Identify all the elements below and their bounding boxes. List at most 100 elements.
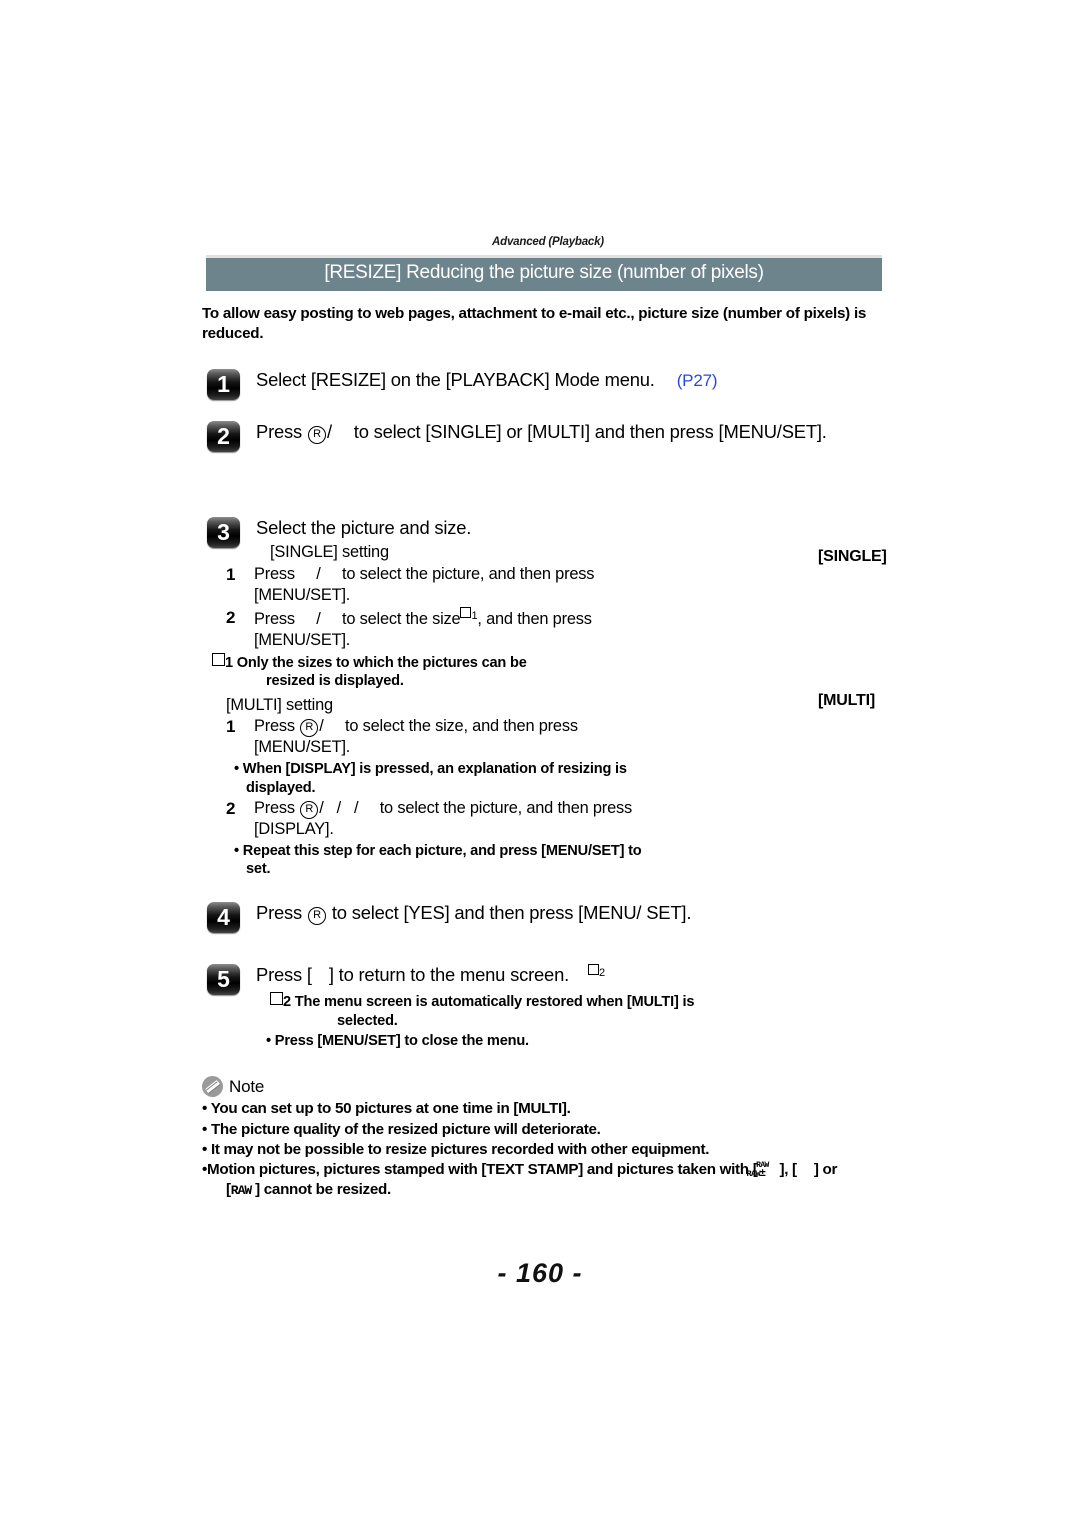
multi-substep-2-number: 2 — [226, 799, 236, 819]
section-title-bar: [RESIZE] Reducing the picture size (numb… — [206, 255, 882, 291]
multi-substep-1-bullet: • When [DISPLAY] is pressed, an explanat… — [234, 760, 642, 797]
slash-separator: / — [353, 799, 359, 818]
single-screen-label: [SINGLE] — [818, 548, 887, 566]
bullet-dot: • — [234, 761, 239, 778]
note-block: Note • You can set up to 50 pictures at … — [202, 1076, 902, 1200]
step-5-label-a: Press [ — [256, 963, 312, 985]
slash-separator: / — [326, 421, 332, 443]
bullet-dot: • — [266, 1033, 271, 1050]
note-item-text: The picture quality of the resized pictu… — [210, 1120, 601, 1138]
note-item-text-cont: ], [ — [779, 1161, 797, 1179]
note-pencil-icon — [202, 1076, 223, 1098]
slash-separator: / — [336, 799, 342, 818]
step-2-label-a: Press — [256, 421, 303, 443]
step-5-text: Press [ ] to return to the menu screen. 2 — [256, 963, 888, 987]
multi-substep-2-a: Press — [254, 799, 295, 818]
step-5: 5 Press [ ] to return to the menu screen.… — [198, 963, 888, 1051]
step-1-label: Select [RESIZE] on the [PLAYBACK] Mode m… — [256, 369, 655, 391]
step-3-badge: 3 — [207, 517, 240, 549]
step5-footnote-line1: The menu screen is automatically restore… — [294, 994, 695, 1011]
slash-separator: / — [316, 609, 321, 628]
step-4-badge: 4 — [207, 901, 240, 933]
step-1: 1 Select [RESIZE] on the [PLAYBACK] Mode… — [198, 368, 888, 404]
note-item-text: It may not be possible to resize picture… — [210, 1140, 710, 1158]
single-substep-1-b: to select the picture, and then press [M… — [254, 564, 595, 604]
circled-r-icon: R — [307, 906, 326, 925]
missing-glyph-box-icon — [270, 992, 283, 1006]
step5-footnote-marker: 2 — [283, 994, 291, 1011]
bullet-dot: • — [202, 1100, 208, 1118]
single-footnote-line1: Only the sizes to which the pictures can… — [236, 654, 527, 671]
note-item: • The picture quality of the resized pic… — [202, 1120, 902, 1140]
slash-separator: / — [319, 799, 324, 818]
single-substep-1-a: Press — [254, 564, 295, 583]
step-2-badge: 2 — [207, 421, 240, 453]
note-item-text: You can set up to 50 pictures at one tim… — [210, 1100, 571, 1118]
slash-separator: / — [316, 564, 321, 583]
step5-footnote-line2: selected. — [337, 1012, 398, 1029]
single-substeps: 1 Press / to select the picture, and the… — [212, 564, 642, 879]
note-item: • You can set up to 50 pictures at one t… — [202, 1099, 902, 1119]
step-1-badge: 1 — [207, 369, 240, 401]
note-item: • It may not be possible to resize pictu… — [202, 1140, 902, 1160]
note-item-text: Motion pictures, pictures stamped with [… — [207, 1161, 758, 1179]
footnote-marker-1: 1 — [460, 606, 478, 622]
step-5-badge: 5 — [207, 963, 240, 995]
single-substep-2-b: to select the size — [341, 609, 461, 628]
step-3: 3 Select the picture and size. [SINGLE] … — [198, 516, 888, 879]
missing-glyph-box-icon — [460, 606, 472, 618]
running-head: Advanced (Playback) — [492, 236, 604, 248]
step-2: 2 Press R / to select [SINGLE] or [MULTI]… — [198, 420, 888, 456]
multi-substep-1: 1 Press R / to select the size, and then … — [212, 716, 642, 758]
step-4: 4 Press R to select [YES] and then press… — [198, 901, 888, 937]
raw-exposure-icon: RAW ± — [756, 1161, 779, 1179]
circled-r-icon: R — [300, 719, 319, 738]
bullet-dot: • — [234, 843, 239, 860]
bullet-dot: • — [202, 1140, 208, 1158]
step-4-text: Press R to select [YES] and then press [… — [256, 901, 888, 925]
step5-footnote-bullet: • Press [MENU/SET] to close the menu. — [266, 1032, 888, 1050]
page-reference-p27[interactable]: (P27) — [655, 371, 718, 390]
footnote-marker-2: 2 — [587, 963, 605, 979]
circled-r-icon: R — [307, 426, 326, 445]
note-label: Note — [229, 1076, 265, 1096]
note-item-text-cont2: ] or — [813, 1161, 838, 1179]
multi-substep-2: 2 Press R / / / to select the picture, and … — [212, 798, 642, 840]
missing-glyph-box-icon — [212, 652, 225, 666]
multi-substep-2-bullet-line1: Repeat this step for each picture, and — [242, 843, 496, 860]
single-substep-1-number: 1 — [226, 564, 236, 584]
multi-screen-label: [MULTI] — [818, 692, 875, 710]
single-footnote: 1 Only the sizes to which the pictures c… — [212, 652, 642, 691]
step-4-label-b: to select [YES] and then press [MENU/ SE… — [331, 901, 692, 923]
step5-footnote: 2 The menu screen is automatically resto… — [270, 992, 888, 1030]
single-setting-heading: [SINGLE] setting — [270, 542, 389, 561]
multi-substep-1-number: 1 — [226, 717, 236, 737]
raw-bracket-label: RAW — [230, 1183, 252, 1199]
single-footnote-marker: 1 — [225, 654, 233, 671]
single-footnote-line2: resized is displayed. — [266, 672, 404, 689]
missing-glyph-box-icon — [587, 963, 599, 975]
intro-paragraph: To allow easy posting to web pages, atta… — [202, 304, 867, 342]
multi-substep-2-bullet: • Repeat this step for each picture, and… — [234, 842, 642, 879]
bullet-dot: • — [202, 1120, 208, 1138]
note-item: •Motion pictures, pictures stamped with … — [202, 1160, 902, 1200]
multi-substep-1-bullet-line1: When [DISPLAY] is pressed, an — [242, 761, 454, 778]
manual-page: Advanced (Playback) [RESIZE] Reducing th… — [0, 0, 1080, 1526]
step-3-text: Select the picture and size. — [256, 517, 472, 539]
multi-substep-1-a: Press — [254, 717, 295, 736]
multi-setting-heading: [MULTI] setting — [226, 696, 333, 715]
single-substep-2-a: Press — [254, 609, 295, 628]
single-substep-1: 1 Press / to select the picture, and the… — [212, 564, 642, 606]
step-5-label-b: ] to return to the menu screen. — [328, 963, 570, 985]
page-content: Advanced (Playback) [RESIZE] Reducing th… — [198, 236, 888, 1201]
step-4-label-a: Press — [256, 901, 303, 923]
single-substep-2-number: 2 — [226, 607, 236, 627]
page-number: - 160 - — [497, 1258, 583, 1288]
section-title: [RESIZE] Reducing the picture size (numb… — [206, 258, 882, 291]
step-2-label-b: to select [SINGLE] or [MULTI] and then p… — [353, 421, 827, 443]
circled-r-icon: R — [300, 801, 319, 820]
note-heading: Note — [202, 1076, 902, 1098]
step5-footnote-bullet-text: Press [MENU/SET] to close the menu. — [274, 1033, 529, 1050]
single-substep-2: 2 Press / to select the size 1, and then … — [212, 606, 642, 651]
note-item-last-line: [RAW ] cannot be resized. — [226, 1181, 391, 1199]
